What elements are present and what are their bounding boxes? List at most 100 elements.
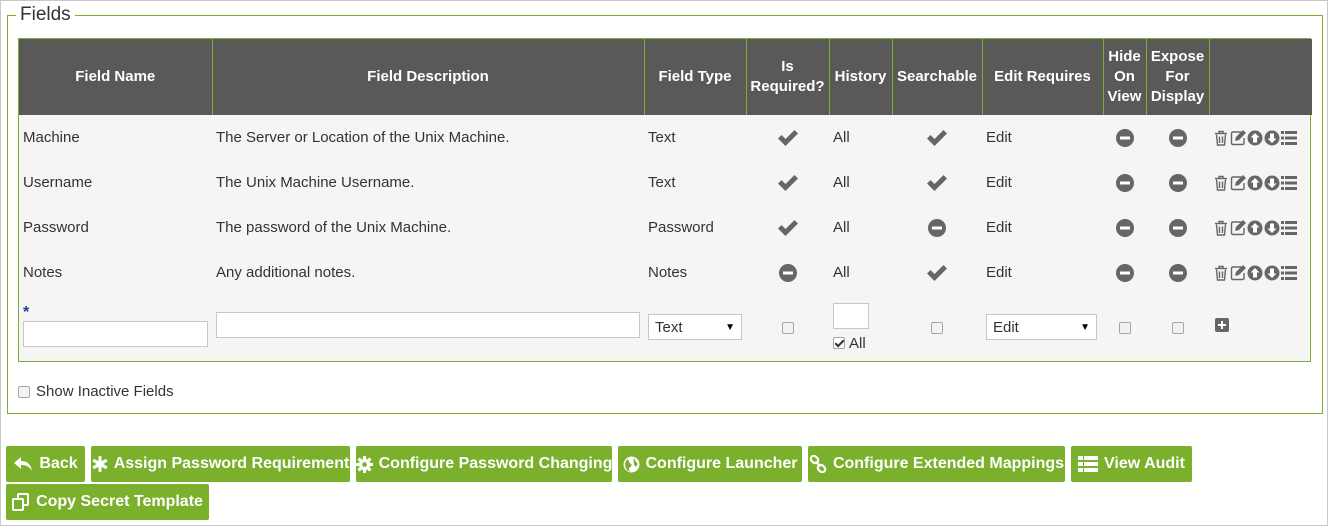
expose-for-display-cell xyxy=(1146,205,1209,250)
show-inactive-label: Show Inactive Fields xyxy=(36,383,174,400)
edit-icon[interactable] xyxy=(1230,130,1246,146)
list-icon[interactable] xyxy=(1281,220,1297,236)
copy-icon xyxy=(12,493,30,511)
new-field-hide-cell xyxy=(1103,295,1146,359)
field-name: Machine xyxy=(23,129,80,146)
field-type: Text xyxy=(648,129,676,146)
arrow-down-circle-icon[interactable] xyxy=(1264,220,1280,236)
new-field-name-cell: * xyxy=(19,295,212,359)
new-field-edit-requires-cell: Edit ▼ xyxy=(982,295,1103,359)
minus-circle-icon xyxy=(1115,263,1134,282)
table-row: Password The password of the Unix Machine… xyxy=(19,205,1312,250)
minus-circle-icon xyxy=(778,263,797,282)
edit-requires-value: Edit xyxy=(986,219,1012,236)
field-description: The password of the Unix Machine. xyxy=(216,219,452,236)
configure-extended-mappings-button[interactable]: Configure Extended Mappings xyxy=(808,446,1065,482)
configure-launcher-button[interactable]: Configure Launcher xyxy=(618,446,802,482)
check-icon xyxy=(927,174,947,191)
show-inactive-fields[interactable]: Show Inactive Fields xyxy=(18,383,174,400)
configure-extended-mappings-label: Configure Extended Mappings xyxy=(832,455,1065,472)
new-field-hide-on-view-checkbox[interactable] xyxy=(1118,321,1131,334)
edit-requires-value: Edit xyxy=(986,174,1012,191)
required-marker: * xyxy=(23,304,30,321)
trash-icon[interactable] xyxy=(1213,220,1229,236)
new-field-searchable-checkbox[interactable] xyxy=(931,321,943,334)
new-field-history-input[interactable] xyxy=(833,302,869,329)
hide-on-view-cell xyxy=(1103,160,1146,205)
expose-for-display-cell xyxy=(1146,115,1209,160)
new-field-required-checkbox[interactable] xyxy=(781,321,794,334)
row-actions xyxy=(1209,250,1312,295)
minus-circle-icon xyxy=(1168,173,1187,192)
arrow-up-circle-icon[interactable] xyxy=(1247,220,1263,236)
chevron-down-icon: ▼ xyxy=(725,321,735,333)
row-actions xyxy=(1209,115,1312,160)
assign-password-requirement-label: Assign Password Requirement xyxy=(113,455,350,472)
link-icon xyxy=(809,455,827,473)
minus-circle-icon xyxy=(1168,128,1187,147)
add-field-icon[interactable] xyxy=(1215,318,1229,332)
asterisk-icon xyxy=(92,456,107,472)
chevron-down-icon: ▼ xyxy=(1080,321,1090,333)
configure-password-changing-label: Configure Password Changing xyxy=(378,455,613,472)
col-field-name: Field Name xyxy=(19,39,212,115)
copy-secret-template-button[interactable]: Copy Secret Template xyxy=(6,484,209,520)
field-description: The Unix Machine Username. xyxy=(216,174,415,191)
edit-icon[interactable] xyxy=(1230,175,1246,191)
table-row: Username The Unix Machine Username. Text Al… xyxy=(19,160,1312,205)
new-field-edit-requires-value: Edit xyxy=(993,318,1019,336)
col-hide-on-view: Hide On View xyxy=(1102,39,1146,115)
edit-icon[interactable] xyxy=(1230,220,1246,236)
row-actions xyxy=(1209,205,1312,250)
minus-circle-icon xyxy=(1115,128,1134,147)
searchable-cell xyxy=(892,205,982,250)
new-field-searchable-cell xyxy=(892,295,982,359)
new-field-type-cell: Text ▼ xyxy=(644,295,746,359)
arrow-up-circle-icon[interactable] xyxy=(1247,130,1263,146)
history-all-label: All xyxy=(849,334,866,352)
new-field-row: * Text ▼ All Edit ▼ xyxy=(19,295,1312,359)
new-field-description-input[interactable] xyxy=(216,311,640,338)
trash-icon[interactable] xyxy=(1213,175,1229,191)
minus-circle-icon xyxy=(928,218,946,237)
edit-requires-value: Edit xyxy=(986,264,1012,281)
arrow-up-circle-icon[interactable] xyxy=(1247,265,1263,281)
new-field-edit-requires-select[interactable]: Edit ▼ xyxy=(986,314,1097,340)
new-field-type-select[interactable]: Text ▼ xyxy=(648,314,742,340)
col-searchable: Searchable xyxy=(891,39,982,115)
arrow-down-circle-icon[interactable] xyxy=(1264,130,1280,146)
searchable-cell xyxy=(892,160,982,205)
new-field-name-input[interactable] xyxy=(23,321,208,347)
list-icon[interactable] xyxy=(1281,130,1297,146)
list-icon[interactable] xyxy=(1281,175,1297,191)
expose-for-display-cell xyxy=(1146,250,1209,295)
fields-legend: Fields xyxy=(20,4,71,25)
field-type: Password xyxy=(648,219,714,236)
trash-icon[interactable] xyxy=(1213,265,1229,281)
arrow-down-circle-icon[interactable] xyxy=(1264,265,1280,281)
check-icon xyxy=(927,129,947,146)
edit-icon[interactable] xyxy=(1230,265,1246,281)
new-field-expose-for-display-checkbox[interactable] xyxy=(1171,321,1184,334)
view-audit-label: View Audit xyxy=(1104,455,1185,472)
copy-secret-template-label: Copy Secret Template xyxy=(36,493,203,510)
check-icon xyxy=(777,129,798,146)
col-actions xyxy=(1208,39,1312,115)
back-button[interactable]: Back xyxy=(6,446,85,482)
configure-password-changing-button[interactable]: Configure Password Changing xyxy=(355,446,613,482)
hide-on-view-cell xyxy=(1103,115,1146,160)
fields-table: Field Name Field Description Field Type … xyxy=(19,39,1312,359)
history-all-checkbox[interactable] xyxy=(833,337,845,349)
view-audit-button[interactable]: View Audit xyxy=(1071,446,1192,482)
history-value: All xyxy=(833,219,850,236)
col-edit-requires: Edit Requires xyxy=(981,39,1103,115)
expose-for-display-cell xyxy=(1146,160,1209,205)
assign-password-requirement-button[interactable]: Assign Password Requirement xyxy=(91,446,350,482)
searchable-cell xyxy=(892,115,982,160)
arrow-down-circle-icon[interactable] xyxy=(1264,175,1280,191)
show-inactive-checkbox[interactable] xyxy=(18,385,30,398)
trash-icon[interactable] xyxy=(1213,130,1229,146)
arrow-up-circle-icon[interactable] xyxy=(1247,175,1263,191)
history-value: All xyxy=(833,129,850,146)
list-icon[interactable] xyxy=(1281,265,1297,281)
